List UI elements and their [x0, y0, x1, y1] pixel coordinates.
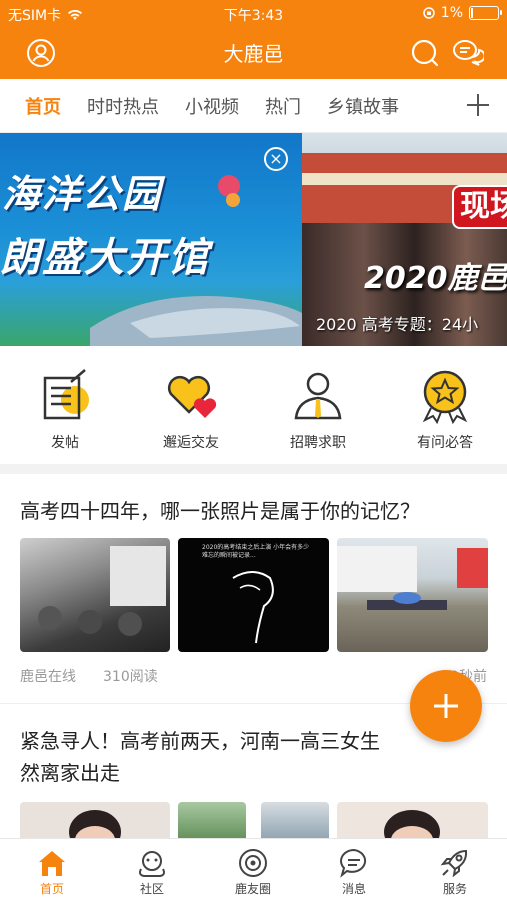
shortcut-jobs-label: 招聘求职	[290, 435, 346, 451]
top-bar: 无SIM卡 下午3:43 1% 大鹿邑	[0, 0, 507, 79]
shortcut-friends-label: 邂逅交友	[163, 435, 219, 451]
plus-icon	[434, 694, 458, 718]
old-photo-image	[38, 546, 166, 636]
nav-home-label: 首页	[39, 882, 64, 896]
girl-portrait-image	[69, 810, 121, 842]
girl-portrait-image	[384, 810, 440, 842]
message-icon	[340, 848, 367, 878]
battery-icon	[469, 6, 502, 20]
shortcut-grid: 发帖 邂逅交友 招聘求职 有问必答	[0, 346, 507, 464]
status-right: 1%	[423, 5, 502, 21]
article-title[interactable]: 高考四十四年，哪一张照片是属于你的记忆？	[20, 494, 420, 528]
tab-popular[interactable]: 热门	[265, 93, 301, 119]
article-thumbnail-2[interactable]: 2020的高考结束之后上演 小年会有多少难忘的瞬间被记录...	[178, 538, 329, 652]
shortcut-qa[interactable]: 有问必答	[390, 368, 500, 452]
building-stripe	[302, 173, 507, 185]
article-source: 鹿邑在线	[20, 669, 76, 685]
heart-friends-icon	[167, 375, 217, 418]
nav-messages-label: 消息	[341, 882, 366, 896]
article-reads: 310阅读	[103, 669, 158, 685]
banner-carousel[interactable]: 海洋公园 朗盛大开馆 × 现场 2020鹿邑 2020 高考专题：24小	[0, 133, 507, 346]
tab-short-video[interactable]: 小视频	[185, 93, 239, 119]
banner-slide-ocean-park[interactable]: 海洋公园 朗盛大开馆 ×	[0, 133, 310, 346]
nav-messages[interactable]: 消息	[304, 847, 404, 897]
banner-slide2-headline: 2020鹿邑	[364, 261, 507, 296]
article2-thumbnail-3[interactable]	[261, 802, 329, 842]
shortcut-qa-label: 有问必答	[417, 435, 473, 451]
article-thumbnail-3[interactable]	[337, 538, 488, 652]
banner-slide1-line1: 海洋公园	[2, 172, 163, 216]
banner-slide-gaokao[interactable]: 现场 2020鹿邑 2020 高考专题：24小	[302, 133, 507, 346]
banner-slide2-caption: 2020 高考专题：24小	[316, 315, 479, 334]
flood-photo-image	[337, 546, 488, 610]
decor-bubble	[226, 193, 240, 207]
nav-community-label: 社区	[139, 882, 164, 896]
community-icon	[139, 851, 165, 877]
shortcut-post-label: 发帖	[51, 435, 79, 451]
article-thumbnail-1[interactable]	[20, 538, 170, 652]
nav-service-label: 服务	[442, 882, 467, 896]
home-icon	[39, 851, 65, 876]
tab-home[interactable]: 首页	[25, 93, 61, 119]
article-title[interactable]: 紧急寻人！高考前两天，河南一高三女生	[20, 724, 380, 758]
article2-thumbnail-1[interactable]	[20, 802, 170, 842]
banner-slide1-line2: 朗盛大开馆	[0, 235, 210, 281]
friends-circle-icon	[239, 849, 267, 877]
tab-town-stories[interactable]: 乡镇故事	[327, 93, 399, 119]
nav-friends-circle-label: 鹿友圈	[234, 882, 271, 896]
thumb2-text: 2020的高考结束之后上演 小年会有多少难忘的瞬间被记录...	[202, 544, 310, 559]
nav-community[interactable]: 社区	[102, 847, 202, 897]
shortcut-jobs[interactable]: 招聘求职	[263, 368, 373, 452]
banner-slide2-tag: 现场	[452, 185, 507, 229]
create-post-fab[interactable]	[410, 670, 482, 742]
status-bar: 无SIM卡 下午3:43 1%	[0, 0, 507, 28]
shortcut-post[interactable]: 发帖	[10, 368, 120, 452]
add-tab-icon[interactable]	[465, 91, 491, 119]
battery-percent: 1%	[440, 5, 463, 21]
article-title-line2[interactable]: 然离家出走	[20, 756, 120, 790]
search-icon[interactable]	[408, 36, 442, 70]
banner-close-icon[interactable]: ×	[264, 147, 288, 171]
orientation-lock-icon	[423, 7, 435, 19]
chat-bubbles-icon[interactable]	[450, 36, 484, 70]
category-tabs: 首页 时时热点 小视频 热门 乡镇故事	[0, 79, 507, 133]
nav-home[interactable]: 首页	[2, 847, 102, 897]
nav-friends-circle[interactable]: 鹿友圈	[203, 847, 303, 897]
bottom-navigation: 首页 社区 鹿友圈 消息 服务	[0, 838, 507, 900]
dolphin-image	[90, 296, 310, 346]
app-header: 大鹿邑	[0, 28, 507, 79]
article2-thumbnail-2[interactable]	[178, 802, 246, 842]
article2-thumbnail-4[interactable]	[337, 802, 488, 842]
section-divider	[0, 464, 507, 474]
service-rocket-icon	[440, 849, 468, 878]
star-badge-icon	[422, 370, 468, 424]
tab-hot-news[interactable]: 时时热点	[87, 93, 159, 119]
shortcut-friends[interactable]: 邂逅交友	[136, 368, 246, 452]
nav-service[interactable]: 服务	[405, 847, 505, 897]
job-person-icon	[294, 372, 342, 420]
app-screen: 无SIM卡 下午3:43 1% 大鹿邑 首页 时时热点 小视频 热门 乡镇故事 …	[0, 0, 507, 900]
post-note-icon	[43, 369, 89, 420]
